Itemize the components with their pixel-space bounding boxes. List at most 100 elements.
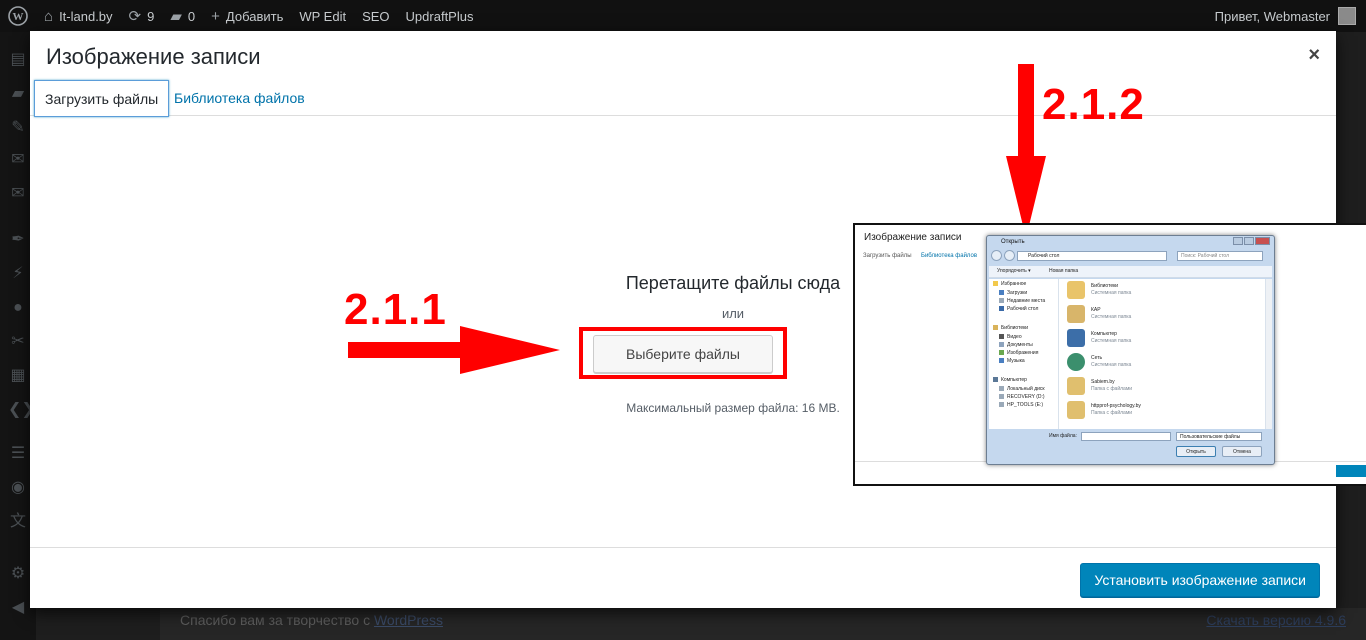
collapse-icon[interactable]: ◀ — [8, 598, 28, 618]
admin-bar-site[interactable]: ⌂ It-land.by — [36, 0, 121, 32]
select-files-button[interactable]: Выберите файлы — [593, 335, 773, 373]
dialog-file-list: Библиотеки Системная папка КАР Системная п… — [1063, 279, 1263, 429]
wordpress-logo-icon[interactable]: W — [0, 0, 36, 32]
dialog-open-button: Открыть — [1176, 446, 1216, 457]
open-file-dialog: Открыть Рабочий стол Поиск: Рабочий стол… — [986, 235, 1275, 465]
dialog-command-bar: Упорядочить ▾ Новая папка — [989, 266, 1272, 278]
appearance-icon[interactable]: ✒ — [8, 230, 28, 250]
minimize-icon — [1233, 237, 1243, 245]
dialog-window-buttons — [1232, 237, 1270, 245]
admin-bar-wp-edit[interactable]: WP Edit — [291, 0, 354, 32]
tab-media-library[interactable]: Библиотека файлов — [164, 80, 315, 117]
forward-icon — [1004, 250, 1015, 261]
mail-icon[interactable]: ✉ — [8, 184, 28, 204]
user-folder-icon — [1067, 305, 1085, 323]
nav-item: Рабочий стол — [999, 306, 1038, 312]
file-type: Системная папка — [1091, 314, 1132, 320]
list-icon[interactable]: ☰ — [8, 444, 28, 464]
file-type: Папка с файлами — [1091, 386, 1133, 392]
nav-label: Локальный диск — [1007, 386, 1045, 392]
dialog-address-bar: Рабочий стол — [1017, 251, 1167, 261]
nav-item: HP_TOOLS (E:) — [999, 402, 1043, 408]
greeting: Привет, Webmaster — [1214, 8, 1330, 24]
admin-bar-seo[interactable]: SEO — [354, 0, 397, 32]
inset-tab-upload: Загрузить файлы — [863, 253, 912, 259]
grid-icon[interactable]: ▦ — [8, 366, 28, 386]
dialog-organize: Упорядочить ▾ — [997, 268, 1031, 274]
maximize-icon — [1244, 237, 1254, 245]
nav-label: Изображения — [1007, 350, 1039, 356]
globe-icon[interactable]: ◉ — [8, 478, 28, 498]
downloads-icon — [999, 290, 1004, 296]
footer-version-link[interactable]: Скачать версию 4.9.6 — [1206, 612, 1346, 628]
network-icon — [1067, 353, 1085, 371]
nav-item: RECOVERY (D:) — [999, 394, 1045, 400]
comments-icon[interactable]: ▰ — [8, 84, 28, 104]
updates-icon: ⟳ — [128, 7, 142, 25]
file-type: Системная папка — [1091, 362, 1132, 368]
nav-item: Недавние места — [999, 298, 1045, 304]
file-name: Компьютер — [1091, 331, 1117, 337]
file-type: Системная папка — [1091, 338, 1132, 344]
inset-tab-library: Библиотека файлов — [921, 253, 978, 259]
nav-label: Документы — [1007, 342, 1033, 348]
nav-item: Загрузки — [999, 290, 1027, 296]
nav-label: Рабочий стол — [1007, 306, 1039, 312]
admin-bar-comments[interactable]: ▰ 0 — [162, 0, 203, 32]
comments-count: 0 — [187, 8, 196, 24]
footer-wordpress-link[interactable]: WordPress — [374, 612, 443, 628]
dialog-nav-pane: Избранное Загрузки Недавние места Рабочи… — [989, 279, 1059, 429]
admin-bar-updraft[interactable]: UpdraftPlus — [398, 0, 482, 32]
close-icon — [1255, 237, 1270, 245]
nav-label: RECOVERY (D:) — [1007, 394, 1045, 400]
file-name: КАР — [1091, 307, 1101, 313]
dialog-cancel-button: Отмена — [1222, 446, 1262, 457]
file-type: Системная папка — [1091, 290, 1132, 296]
close-icon[interactable]: × — [1308, 45, 1320, 65]
arrow-right-icon — [348, 326, 560, 374]
add-new-label: Добавить — [225, 8, 284, 24]
nav-item: Видео — [999, 334, 1022, 340]
star-icon — [993, 281, 998, 287]
gear-icon[interactable]: ⚙ — [8, 564, 28, 584]
admin-bar-new[interactable]: + Добавить — [203, 0, 291, 32]
inset-primary-button — [1336, 465, 1366, 477]
nav-label: Избранное — [1001, 281, 1027, 287]
annotation-step-2: 2.1.2 — [1042, 80, 1145, 129]
mail-icon[interactable]: ✉ — [8, 150, 28, 170]
nav-label: Компьютер — [1001, 377, 1027, 383]
nav-label: Загрузки — [1007, 290, 1028, 296]
pin-icon[interactable]: ✎ — [8, 118, 28, 138]
nav-item: Документы — [999, 342, 1033, 348]
dialog-scrollbar — [1265, 279, 1272, 429]
documents-icon — [999, 342, 1004, 348]
plus-icon: + — [211, 7, 220, 25]
pictures-icon — [999, 350, 1004, 356]
tab-upload-files[interactable]: Загрузить файлы — [34, 80, 170, 117]
file-type: Папка с файлами — [1091, 410, 1133, 416]
admin-bar: W ⌂ It-land.by ⟳ 9 ▰ 0 + Добавить WP Edi… — [0, 0, 1366, 32]
inset-screenshot: Изображение записи Загрузить файлы Библи… — [853, 223, 1366, 486]
dialog-search: Поиск: Рабочий стол — [1177, 251, 1263, 261]
footer-thanks-text: Спасибо вам за творчество с — [180, 612, 374, 628]
back-icon — [991, 250, 1002, 261]
footer-thanks: Спасибо вам за творчество с WordPress — [180, 612, 443, 628]
nav-item: Библиотеки — [993, 325, 1028, 331]
users-icon[interactable]: ● — [8, 298, 28, 318]
recent-icon — [999, 298, 1004, 304]
admin-bar-updates[interactable]: ⟳ 9 — [121, 0, 163, 32]
nav-item: Избранное — [993, 281, 1026, 287]
tools-icon[interactable]: ✂ — [8, 332, 28, 352]
code-icon[interactable]: ❮❯ — [8, 400, 35, 420]
folder-icon — [1067, 401, 1085, 419]
posts-icon[interactable]: ▤ — [8, 50, 28, 70]
drive-icon — [999, 386, 1004, 392]
modal-toolbar: Установить изображение записи — [30, 547, 1336, 608]
set-featured-image-button[interactable]: Установить изображение записи — [1080, 563, 1320, 597]
arrow-down-icon — [1006, 64, 1046, 238]
dialog-bottom: Имя файла: Пользовательские файлы Открыт… — [989, 430, 1272, 463]
translate-icon[interactable]: 文 — [8, 512, 28, 532]
admin-bar-account[interactable]: Привет, Webmaster — [1215, 0, 1366, 32]
plugins-icon[interactable]: ⚡ — [8, 264, 28, 284]
nav-item: Компьютер — [993, 377, 1027, 383]
